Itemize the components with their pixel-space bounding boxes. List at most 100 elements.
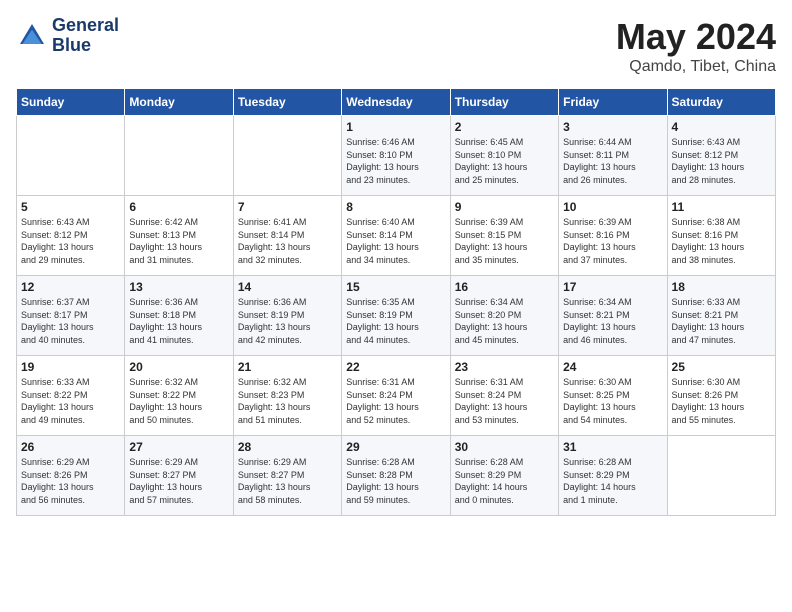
calendar-cell bbox=[667, 436, 775, 516]
day-info: Sunrise: 6:30 AM Sunset: 8:26 PM Dayligh… bbox=[672, 376, 771, 426]
calendar-cell: 8Sunrise: 6:40 AM Sunset: 8:14 PM Daylig… bbox=[342, 196, 450, 276]
day-info: Sunrise: 6:29 AM Sunset: 8:27 PM Dayligh… bbox=[129, 456, 228, 506]
calendar-cell: 16 Sunrise: 6:34 AM Sunset: 8:20 PM Dayli… bbox=[450, 276, 558, 356]
day-info: Sunrise: 6:28 AM Sunset: 8:29 PM Dayligh… bbox=[455, 456, 554, 506]
calendar-cell: 4 Sunrise: 6:43 AM Sunset: 8:12 PM Daylig… bbox=[667, 116, 775, 196]
calendar-cell: 12 Sunrise: 6:37 AM Sunset: 8:17 PM Dayli… bbox=[17, 276, 125, 356]
header-cell-monday: Monday bbox=[125, 89, 233, 116]
page-header: General Blue May 2024 Qamdo, Tibet, Chin… bbox=[16, 16, 776, 76]
calendar-cell: 9 Sunrise: 6:39 AM Sunset: 8:15 PM Daylig… bbox=[450, 196, 558, 276]
logo-text: General Blue bbox=[52, 16, 119, 56]
day-number: 4 bbox=[672, 120, 771, 134]
day-info: Sunrise: 6:34 AM Sunset: 8:20 PM Dayligh… bbox=[455, 296, 554, 346]
day-number: 5 bbox=[21, 200, 120, 214]
day-info: Sunrise: 6:32 AM Sunset: 8:23 PM Dayligh… bbox=[238, 376, 337, 426]
header-cell-sunday: Sunday bbox=[17, 89, 125, 116]
day-number: 22 bbox=[346, 360, 445, 374]
day-info: Sunrise: 6:28 AM Sunset: 8:28 PM Dayligh… bbox=[346, 456, 445, 506]
day-number: 7 bbox=[238, 200, 337, 214]
day-number: 28 bbox=[238, 440, 337, 454]
day-info: Sunrise: 6:31 AM Sunset: 8:24 PM Dayligh… bbox=[455, 376, 554, 426]
calendar-body: 1 Sunrise: 6:46 AM Sunset: 8:10 PM Daylig… bbox=[17, 116, 776, 516]
day-info: Sunrise: 6:39 AM Sunset: 8:16 PM Dayligh… bbox=[563, 216, 662, 266]
day-info: Sunrise: 6:36 AM Sunset: 8:19 PM Dayligh… bbox=[238, 296, 337, 346]
calendar-cell: 29Sunrise: 6:28 AM Sunset: 8:28 PM Dayli… bbox=[342, 436, 450, 516]
day-number: 25 bbox=[672, 360, 771, 374]
calendar-week-4: 26Sunrise: 6:29 AM Sunset: 8:26 PM Dayli… bbox=[17, 436, 776, 516]
calendar-cell: 14 Sunrise: 6:36 AM Sunset: 8:19 PM Dayli… bbox=[233, 276, 341, 356]
logo-icon bbox=[16, 20, 48, 52]
calendar-cell: 24 Sunrise: 6:30 AM Sunset: 8:25 PM Dayli… bbox=[559, 356, 667, 436]
calendar-cell: 30 Sunrise: 6:28 AM Sunset: 8:29 PM Dayli… bbox=[450, 436, 558, 516]
day-info: Sunrise: 6:30 AM Sunset: 8:25 PM Dayligh… bbox=[563, 376, 662, 426]
day-info: Sunrise: 6:46 AM Sunset: 8:10 PM Dayligh… bbox=[346, 136, 445, 186]
day-number: 16 bbox=[455, 280, 554, 294]
logo-line2: Blue bbox=[52, 36, 119, 56]
day-number: 23 bbox=[455, 360, 554, 374]
calendar-cell bbox=[125, 116, 233, 196]
day-info: Sunrise: 6:39 AM Sunset: 8:15 PM Dayligh… bbox=[455, 216, 554, 266]
day-number: 14 bbox=[238, 280, 337, 294]
header-row: SundayMondayTuesdayWednesdayThursdayFrid… bbox=[17, 89, 776, 116]
calendar-cell: 27 Sunrise: 6:29 AM Sunset: 8:27 PM Dayli… bbox=[125, 436, 233, 516]
day-info: Sunrise: 6:29 AM Sunset: 8:27 PM Dayligh… bbox=[238, 456, 337, 506]
logo: General Blue bbox=[16, 16, 119, 56]
day-info: Sunrise: 6:43 AM Sunset: 8:12 PM Dayligh… bbox=[672, 136, 771, 186]
calendar-header: SundayMondayTuesdayWednesdayThursdayFrid… bbox=[17, 89, 776, 116]
calendar-cell: 3Sunrise: 6:44 AM Sunset: 8:11 PM Daylig… bbox=[559, 116, 667, 196]
day-number: 30 bbox=[455, 440, 554, 454]
calendar-cell: 5Sunrise: 6:43 AM Sunset: 8:12 PM Daylig… bbox=[17, 196, 125, 276]
day-number: 9 bbox=[455, 200, 554, 214]
month-year: May 2024 bbox=[616, 16, 776, 58]
day-number: 2 bbox=[455, 120, 554, 134]
calendar-cell: 10 Sunrise: 6:39 AM Sunset: 8:16 PM Dayli… bbox=[559, 196, 667, 276]
day-info: Sunrise: 6:41 AM Sunset: 8:14 PM Dayligh… bbox=[238, 216, 337, 266]
calendar-cell: 31 Sunrise: 6:28 AM Sunset: 8:29 PM Dayli… bbox=[559, 436, 667, 516]
calendar-cell: 22Sunrise: 6:31 AM Sunset: 8:24 PM Dayli… bbox=[342, 356, 450, 436]
calendar-cell bbox=[233, 116, 341, 196]
day-number: 27 bbox=[129, 440, 228, 454]
calendar-cell: 20 Sunrise: 6:32 AM Sunset: 8:22 PM Dayli… bbox=[125, 356, 233, 436]
day-number: 31 bbox=[563, 440, 662, 454]
day-info: Sunrise: 6:32 AM Sunset: 8:22 PM Dayligh… bbox=[129, 376, 228, 426]
header-cell-wednesday: Wednesday bbox=[342, 89, 450, 116]
calendar-week-0: 1 Sunrise: 6:46 AM Sunset: 8:10 PM Daylig… bbox=[17, 116, 776, 196]
day-number: 11 bbox=[672, 200, 771, 214]
calendar-cell: 18Sunrise: 6:33 AM Sunset: 8:21 PM Dayli… bbox=[667, 276, 775, 356]
day-info: Sunrise: 6:40 AM Sunset: 8:14 PM Dayligh… bbox=[346, 216, 445, 266]
day-info: Sunrise: 6:42 AM Sunset: 8:13 PM Dayligh… bbox=[129, 216, 228, 266]
title-block: May 2024 Qamdo, Tibet, China bbox=[616, 16, 776, 76]
day-info: Sunrise: 6:45 AM Sunset: 8:10 PM Dayligh… bbox=[455, 136, 554, 186]
day-number: 15 bbox=[346, 280, 445, 294]
header-cell-tuesday: Tuesday bbox=[233, 89, 341, 116]
calendar-cell: 7 Sunrise: 6:41 AM Sunset: 8:14 PM Daylig… bbox=[233, 196, 341, 276]
header-cell-thursday: Thursday bbox=[450, 89, 558, 116]
day-info: Sunrise: 6:36 AM Sunset: 8:18 PM Dayligh… bbox=[129, 296, 228, 346]
day-info: Sunrise: 6:29 AM Sunset: 8:26 PM Dayligh… bbox=[21, 456, 120, 506]
header-cell-saturday: Saturday bbox=[667, 89, 775, 116]
day-number: 24 bbox=[563, 360, 662, 374]
calendar-week-3: 19Sunrise: 6:33 AM Sunset: 8:22 PM Dayli… bbox=[17, 356, 776, 436]
day-number: 20 bbox=[129, 360, 228, 374]
calendar-cell: 25 Sunrise: 6:30 AM Sunset: 8:26 PM Dayli… bbox=[667, 356, 775, 436]
calendar-cell bbox=[17, 116, 125, 196]
day-number: 17 bbox=[563, 280, 662, 294]
calendar-week-1: 5Sunrise: 6:43 AM Sunset: 8:12 PM Daylig… bbox=[17, 196, 776, 276]
day-number: 10 bbox=[563, 200, 662, 214]
logo-line1: General bbox=[52, 16, 119, 36]
day-info: Sunrise: 6:28 AM Sunset: 8:29 PM Dayligh… bbox=[563, 456, 662, 506]
calendar-cell: 13Sunrise: 6:36 AM Sunset: 8:18 PM Dayli… bbox=[125, 276, 233, 356]
header-cell-friday: Friday bbox=[559, 89, 667, 116]
calendar-cell: 17 Sunrise: 6:34 AM Sunset: 8:21 PM Dayli… bbox=[559, 276, 667, 356]
calendar-cell: 2 Sunrise: 6:45 AM Sunset: 8:10 PM Daylig… bbox=[450, 116, 558, 196]
calendar-cell: 26Sunrise: 6:29 AM Sunset: 8:26 PM Dayli… bbox=[17, 436, 125, 516]
day-number: 19 bbox=[21, 360, 120, 374]
calendar-cell: 28 Sunrise: 6:29 AM Sunset: 8:27 PM Dayli… bbox=[233, 436, 341, 516]
calendar-cell: 21Sunrise: 6:32 AM Sunset: 8:23 PM Dayli… bbox=[233, 356, 341, 436]
day-info: Sunrise: 6:44 AM Sunset: 8:11 PM Dayligh… bbox=[563, 136, 662, 186]
day-info: Sunrise: 6:35 AM Sunset: 8:19 PM Dayligh… bbox=[346, 296, 445, 346]
day-number: 1 bbox=[346, 120, 445, 134]
day-info: Sunrise: 6:34 AM Sunset: 8:21 PM Dayligh… bbox=[563, 296, 662, 346]
day-number: 12 bbox=[21, 280, 120, 294]
day-info: Sunrise: 6:37 AM Sunset: 8:17 PM Dayligh… bbox=[21, 296, 120, 346]
